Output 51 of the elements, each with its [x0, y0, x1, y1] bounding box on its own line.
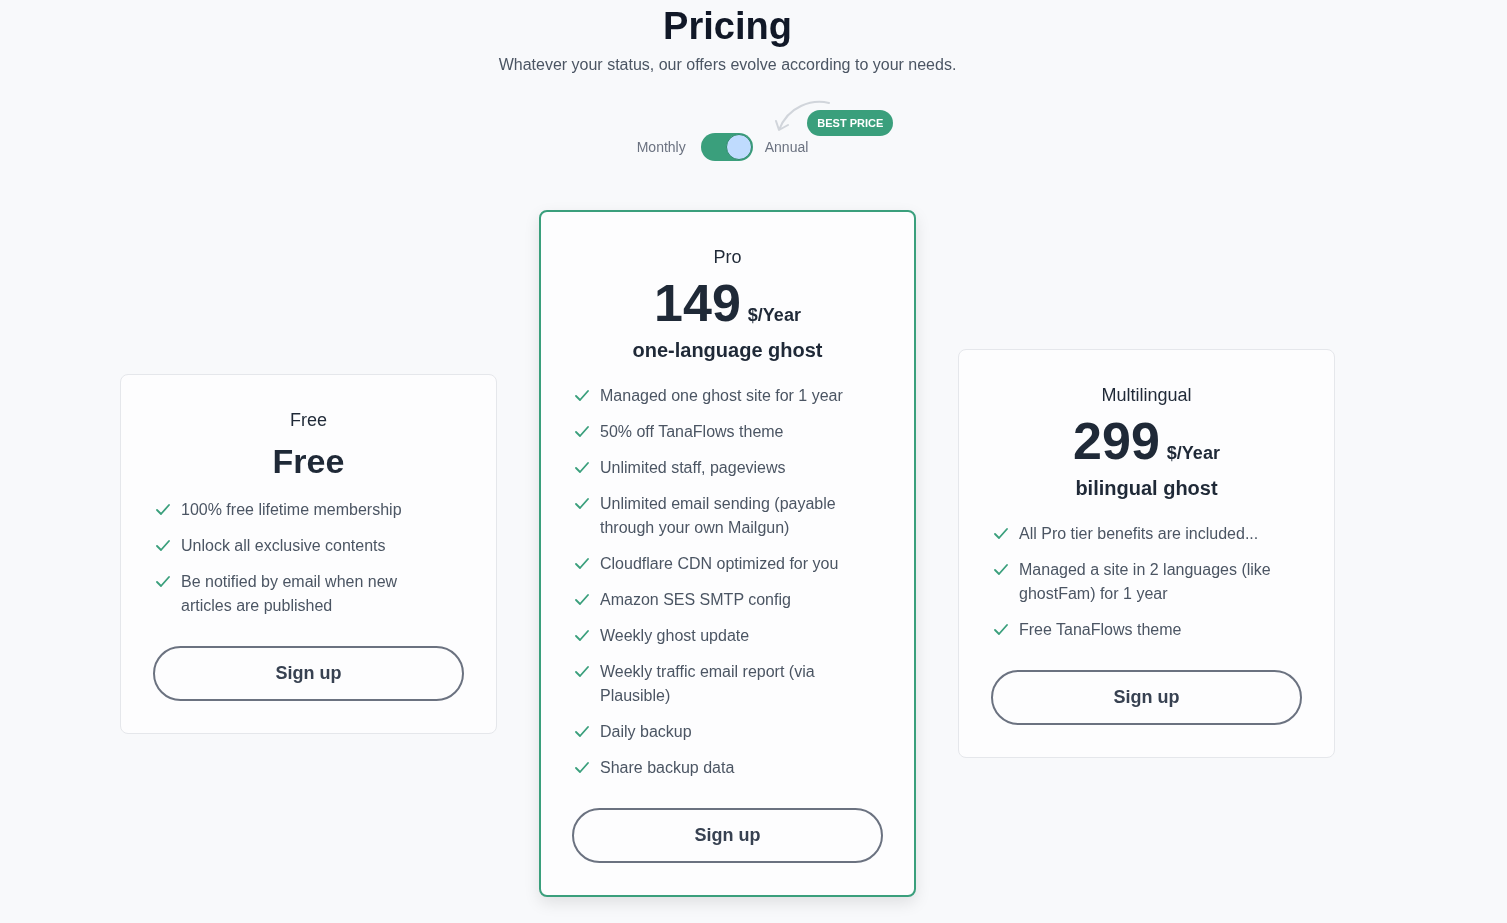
feature-text: All Pro tier benefits are included...	[1019, 524, 1259, 544]
check-icon	[575, 390, 589, 401]
check-icon	[575, 630, 589, 641]
feature-text: Weekly traffic email report (via Plausible)	[600, 662, 816, 706]
check-icon	[156, 575, 170, 587]
feature-text: Share backup data	[600, 758, 735, 778]
plan-tagline: bilingual ghost	[1075, 476, 1218, 501]
feature-text: Unlimited email sending (payable through your own Mailgun)	[600, 494, 837, 538]
check-icon	[575, 426, 589, 437]
feature-text: Amazon SES SMTP config	[600, 590, 791, 610]
feature-text: Managed a site in 2 languages (like ghostFam) for 1 year	[1019, 560, 1272, 604]
check-icon	[575, 726, 589, 737]
feature-text: Weekly ghost update	[600, 626, 750, 646]
check-icon	[994, 528, 1008, 539]
feature-text: 100% free lifetime membership	[181, 499, 402, 520]
check-icon	[156, 539, 170, 551]
feature-text: Unlimited staff, pageviews	[600, 458, 786, 478]
annual-label: Annual	[764, 137, 809, 157]
billing-switch[interactable]	[700, 133, 753, 161]
feature-text: Managed one ghost site for 1 year	[600, 386, 843, 406]
feature-text: Daily backup	[600, 722, 692, 742]
plan-name: Free	[290, 408, 327, 432]
plan-price: 149	[654, 277, 741, 329]
check-icon	[994, 564, 1008, 575]
page-title: Pricing	[663, 6, 792, 46]
signup-button[interactable]: Sign up	[991, 670, 1302, 725]
signup-button[interactable]: Sign up	[153, 645, 464, 701]
monthly-label: Monthly	[636, 137, 686, 157]
price-period: $/Year	[747, 306, 801, 324]
check-icon	[575, 666, 589, 677]
plan-name: Multilingual	[1101, 384, 1192, 407]
feature-text: Be notified by email when new articles are published	[181, 571, 399, 616]
check-icon	[575, 594, 589, 605]
page-subtitle: Whatever your status, our offers evolve according to your needs.	[498, 55, 957, 75]
check-icon	[575, 558, 589, 569]
plan-price: Free	[272, 443, 345, 478]
best-price-badge: BEST PRICE	[807, 110, 894, 136]
feature-text: 50% off TanaFlows theme	[600, 422, 784, 442]
check-icon	[994, 624, 1008, 635]
check-icon	[156, 503, 170, 515]
feature-text: Unlock all exclusive contents	[181, 535, 386, 556]
check-icon	[575, 498, 589, 509]
check-icon	[575, 762, 589, 773]
price-period: $/Year	[1166, 444, 1220, 462]
plan-tagline: one-language ghost	[632, 338, 823, 363]
plan-name: Pro	[713, 246, 742, 269]
feature-text: Free TanaFlows theme	[1019, 620, 1182, 640]
plan-price: 299	[1073, 415, 1160, 467]
check-icon	[575, 462, 589, 473]
signup-button[interactable]: Sign up	[572, 808, 883, 863]
feature-text: Cloudflare CDN optimized for you	[600, 554, 839, 574]
